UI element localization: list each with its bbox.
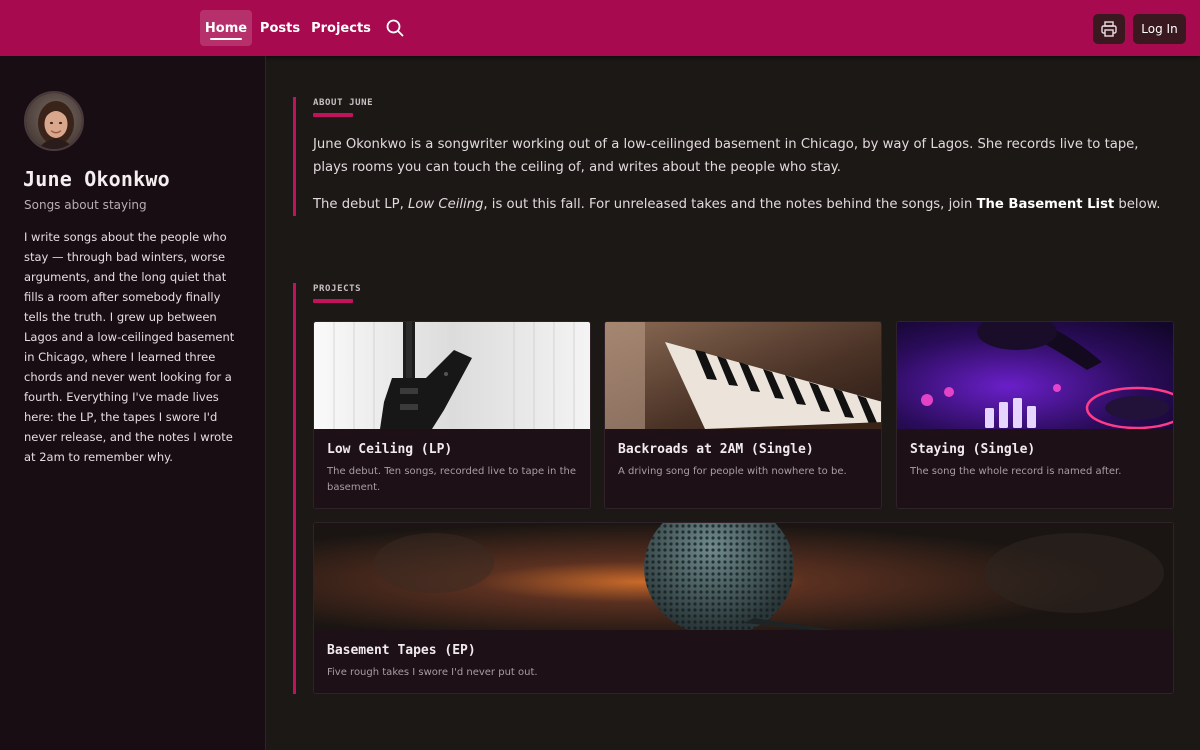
project-card-staying[interactable]: Staying (Single) The song the whole reco… <box>896 321 1174 509</box>
dj-mixer-photo <box>897 322 1173 429</box>
nav-posts-label: Posts <box>259 20 301 36</box>
project-image <box>314 523 1173 630</box>
search-button[interactable] <box>382 15 408 41</box>
basement-list-link[interactable]: The Basement List <box>977 197 1115 212</box>
guitar-photo <box>314 322 590 429</box>
project-image <box>605 322 881 429</box>
print-button[interactable] <box>1093 14 1125 44</box>
about-heading-accent <box>313 113 353 117</box>
nav-projects-label: Projects <box>311 20 371 36</box>
about-section: ABOUT JUNE June Okonkwo is a songwriter … <box>293 97 1173 216</box>
projects-heading-accent <box>313 299 353 303</box>
login-button[interactable]: Log In <box>1133 14 1186 44</box>
project-title: Backroads at 2AM (Single) <box>618 442 814 457</box>
about-p2-part-2: , is out this fall. For unreleased takes… <box>483 197 977 212</box>
avatar-portrait <box>26 93 82 149</box>
microphone-photo <box>314 523 1173 630</box>
nav-home-label: Home <box>204 20 248 36</box>
about-paragraph-1: June Okonkwo is a songwriter working out… <box>313 137 1139 175</box>
avatar <box>24 91 84 151</box>
project-image <box>897 322 1173 429</box>
profile-name: June Okonkwo <box>23 167 170 191</box>
about-paragraph-2: The debut LP, Low Ceiling, is out this f… <box>313 193 1168 216</box>
profile-sidebar: June Okonkwo Songs about staying I write… <box>0 56 266 750</box>
printer-icon <box>1101 21 1117 37</box>
project-description: A driving song for people with nowhere t… <box>618 466 847 477</box>
about-p2-part-3: below. <box>1114 197 1161 212</box>
project-title: Low Ceiling (LP) <box>327 442 453 457</box>
project-card-basement-tapes[interactable]: Basement Tapes (EP) Five rough takes I s… <box>313 522 1174 694</box>
about-heading: ABOUT JUNE <box>313 98 374 108</box>
nav-home[interactable]: Home <box>200 10 252 46</box>
about-text: June Okonkwo is a songwriter working out… <box>313 133 1168 216</box>
nav-projects[interactable]: Projects <box>310 10 372 46</box>
piano-photo <box>605 322 881 429</box>
projects-heading: PROJECTS <box>313 284 362 294</box>
project-card-low-ceiling[interactable]: Low Ceiling (LP) The debut. Ten songs, r… <box>313 321 591 509</box>
project-description: Five rough takes I swore I'd never put o… <box>327 667 538 678</box>
project-card-backroads[interactable]: Backroads at 2AM (Single) A driving song… <box>604 321 882 509</box>
projects-section: PROJECTS Low Ceiling (LP) The debut. Ten… <box>293 283 1174 694</box>
project-title: Staying (Single) <box>910 442 1036 457</box>
project-image <box>314 322 590 429</box>
project-description: The debut. Ten songs, recorded live to t… <box>327 466 576 493</box>
nav-active-indicator <box>210 38 242 40</box>
project-description: The song the whole record is named after… <box>910 466 1122 477</box>
project-title: Basement Tapes (EP) <box>327 643 476 658</box>
about-lp-title: Low Ceiling <box>407 197 484 212</box>
nav-posts[interactable]: Posts <box>258 10 302 46</box>
search-icon <box>386 19 404 37</box>
about-p2-part-1: The debut LP, <box>313 197 408 212</box>
top-navigation-bar: Home Posts Projects Log In <box>0 0 1200 56</box>
profile-tagline: Songs about staying <box>24 198 147 212</box>
profile-bio: I write songs about the people who stay … <box>24 230 235 464</box>
